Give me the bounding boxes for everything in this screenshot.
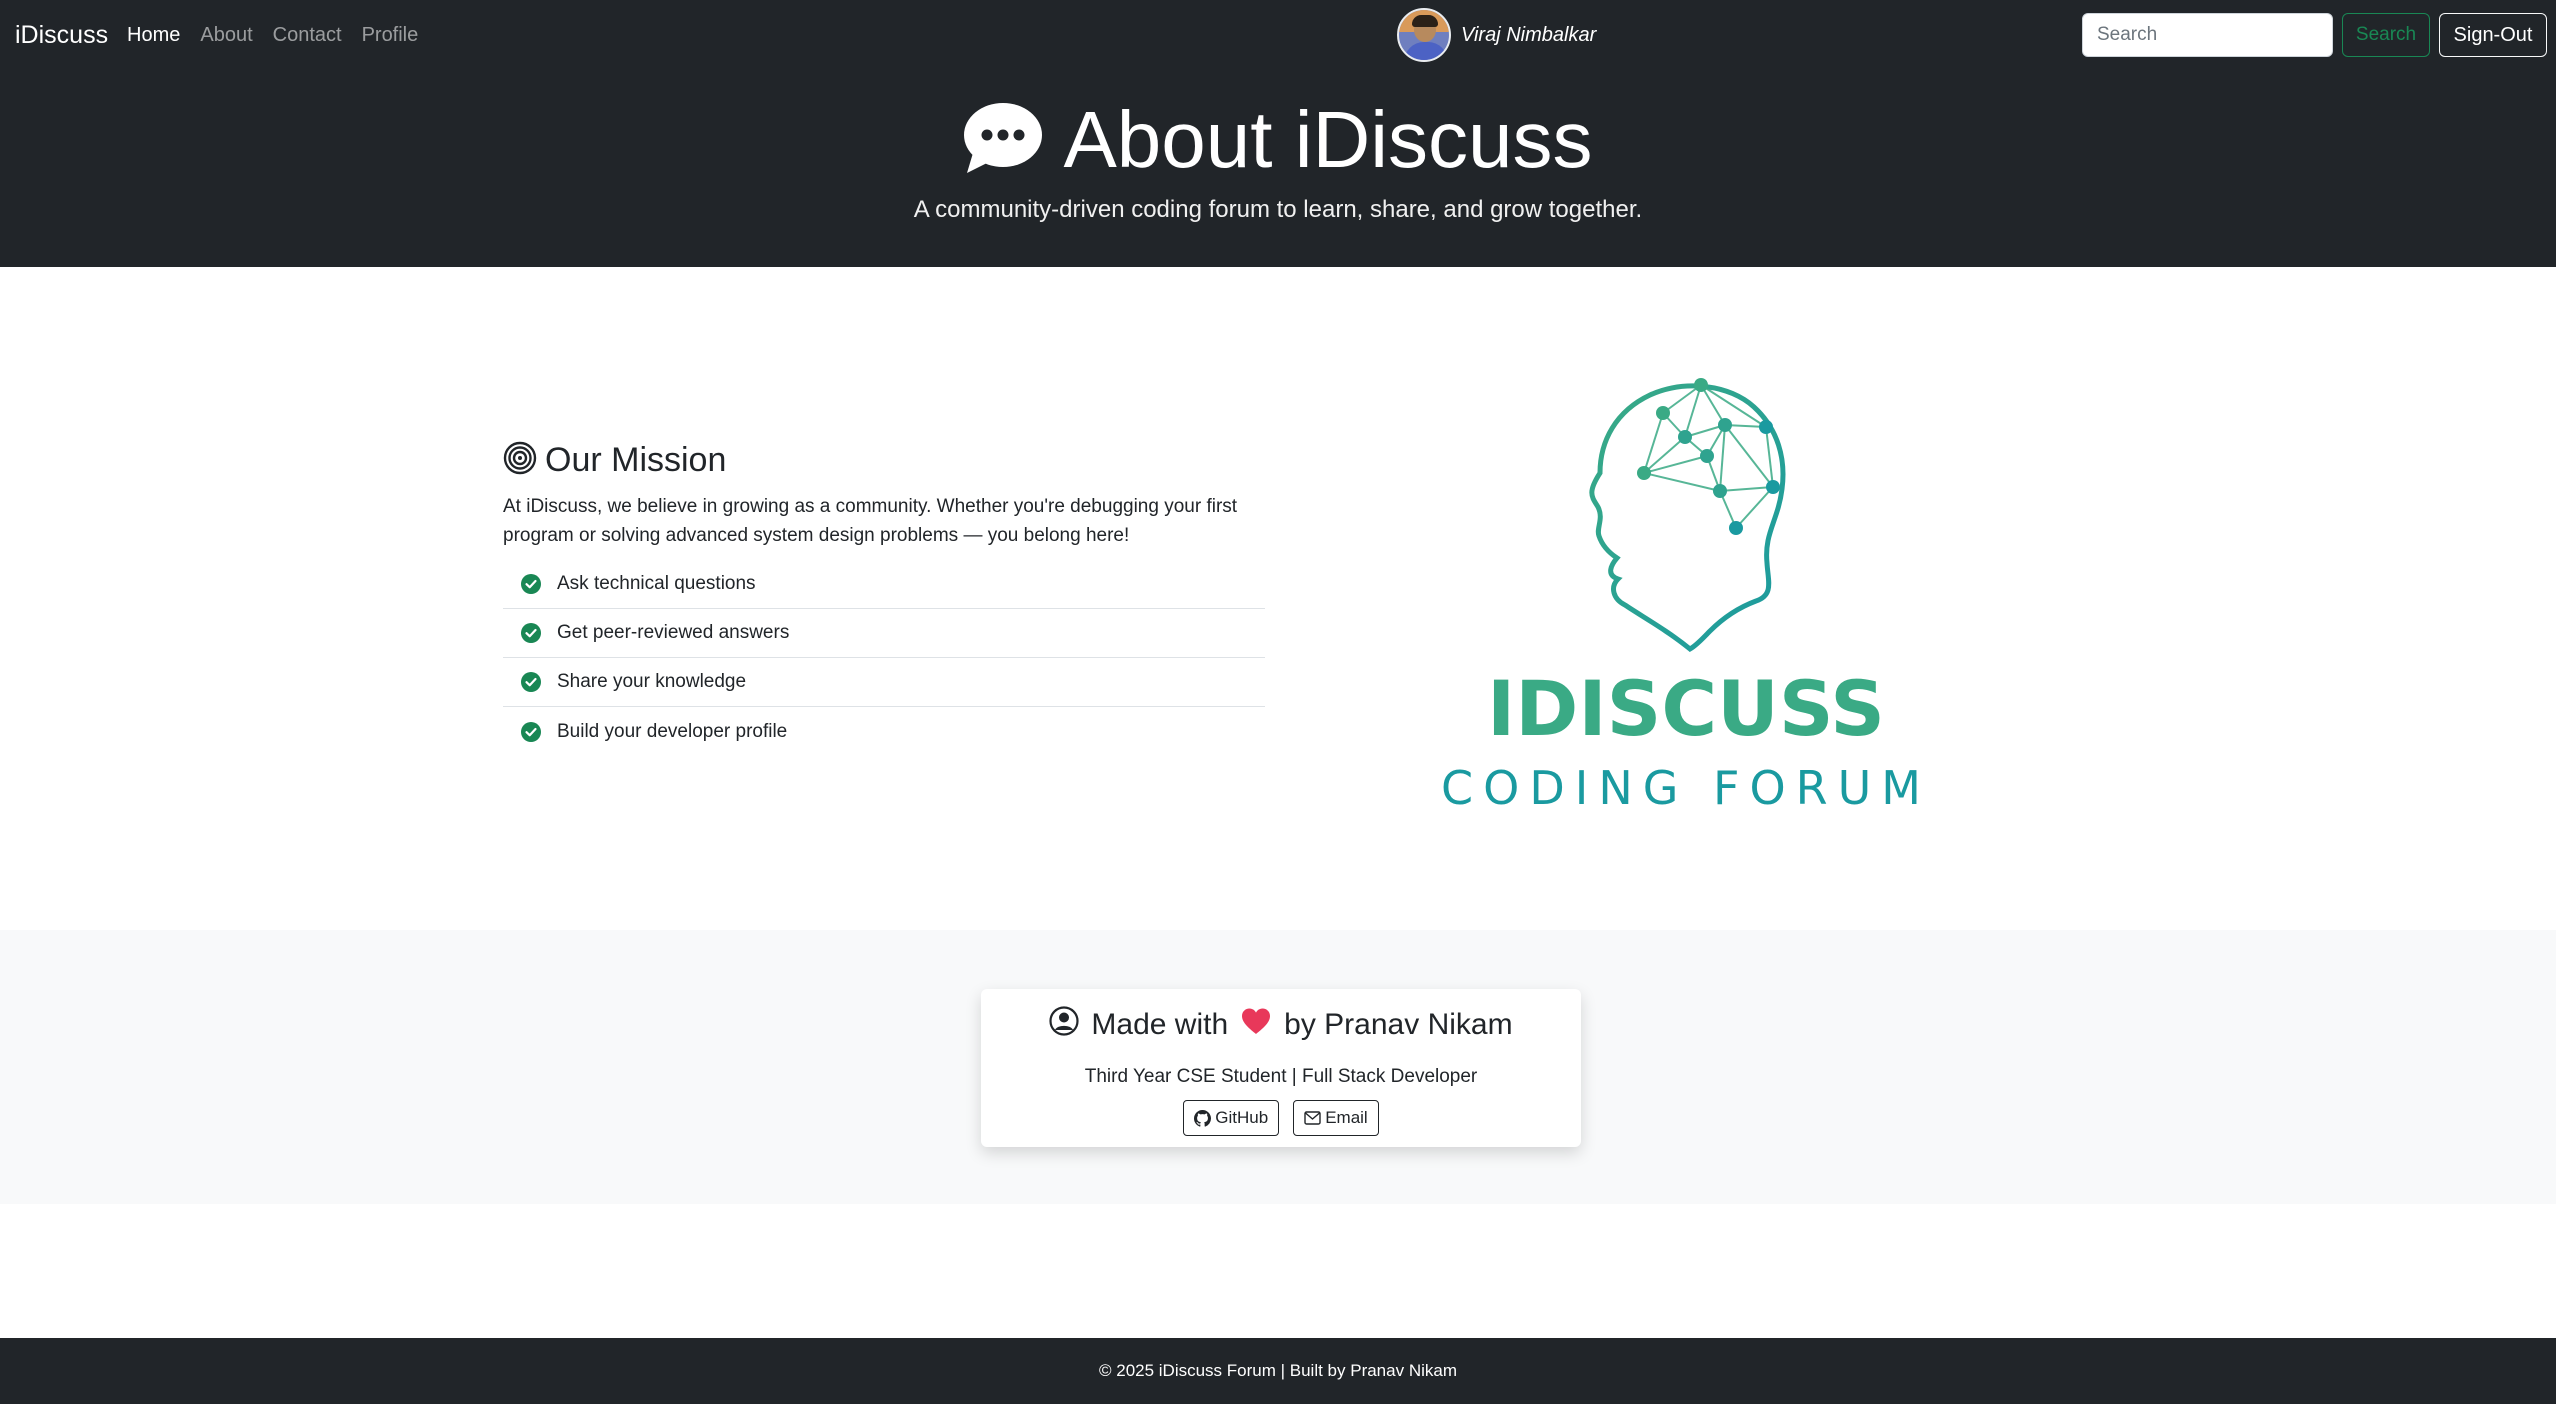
credit-section: Made with by Pranav Nikam Third Year CSE… bbox=[0, 930, 2556, 1204]
list-item: Share your knowledge bbox=[503, 658, 1265, 707]
hero: About iDiscuss A community-driven coding… bbox=[0, 70, 2556, 267]
mission-heading: Our Mission bbox=[503, 436, 1265, 484]
nav-link-profile[interactable]: Profile bbox=[362, 24, 419, 47]
envelope-icon bbox=[1304, 1111, 1321, 1125]
hero-subtitle: A community-driven coding forum to learn… bbox=[913, 196, 1643, 223]
footer: © 2025 iDiscuss Forum | Built by Pranav … bbox=[0, 1338, 2556, 1404]
list-item-label: Ask technical questions bbox=[557, 573, 756, 594]
made-with-text: Made with bbox=[1091, 1008, 1229, 1041]
email-label: Email bbox=[1325, 1108, 1368, 1127]
check-circle-icon bbox=[521, 574, 541, 594]
list-item-label: Share your knowledge bbox=[557, 671, 747, 692]
check-circle-icon bbox=[521, 721, 541, 742]
github-icon bbox=[1194, 1109, 1212, 1127]
target-icon bbox=[503, 441, 537, 480]
idiscuss-logo: IDISCUSS CODING FORUM bbox=[1428, 355, 1948, 815]
email-button[interactable]: Email bbox=[1293, 1100, 1379, 1136]
logo-word-idiscuss: IDISCUSS bbox=[1487, 664, 1885, 753]
user-box: Viraj Nimbalkar bbox=[1397, 8, 1596, 62]
check-circle-icon bbox=[521, 623, 541, 643]
mission-text: At iDiscuss, we believe in growing as a … bbox=[503, 496, 1238, 546]
list-item-label: Get peer-reviewed answers bbox=[557, 622, 790, 643]
github-label: GitHub bbox=[1215, 1108, 1269, 1127]
nav-link-home[interactable]: Home bbox=[127, 24, 180, 47]
signout-button[interactable]: Sign-Out bbox=[2439, 13, 2547, 57]
nav-link-about[interactable]: About bbox=[200, 24, 252, 47]
credit-card: Made with by Pranav Nikam Third Year CSE… bbox=[981, 989, 1581, 1147]
mission-section: Our Mission At iDiscuss, we believe in g… bbox=[503, 436, 1265, 756]
heart-icon bbox=[1240, 1007, 1272, 1043]
search-button[interactable]: Search bbox=[2342, 13, 2430, 57]
nav-links: Home About Contact Profile bbox=[127, 0, 438, 70]
logo-word-coding-forum: CODING FORUM bbox=[1441, 761, 1931, 815]
list-item: Build your developer profile bbox=[503, 707, 1265, 756]
search-input[interactable] bbox=[2082, 13, 2333, 57]
chat-bubble-icon bbox=[963, 101, 1043, 180]
user-name: Viraj Nimbalkar bbox=[1461, 23, 1597, 46]
list-item-label: Build your developer profile bbox=[557, 720, 788, 742]
github-button[interactable]: GitHub bbox=[1183, 1100, 1280, 1136]
author-text: by Pranav Nikam bbox=[1284, 1008, 1513, 1041]
credit-buttons: GitHub Email bbox=[981, 1100, 1581, 1136]
mission-title: Our Mission bbox=[545, 440, 727, 479]
mission-list: Ask technical questions Get peer-reviewe… bbox=[503, 560, 1265, 756]
list-item: Ask technical questions bbox=[503, 560, 1265, 609]
page-title: About iDiscuss bbox=[1063, 95, 1593, 184]
navbar: iDiscuss Home About Contact Profile Vira… bbox=[0, 0, 2556, 70]
list-item: Get peer-reviewed answers bbox=[503, 609, 1265, 658]
avatar[interactable] bbox=[1397, 8, 1451, 62]
credit-subtitle: Third Year CSE Student | Full Stack Deve… bbox=[1084, 1066, 1478, 1087]
hero-title: About iDiscuss bbox=[0, 92, 2556, 188]
footer-text: © 2025 iDiscuss Forum | Built by Pranav … bbox=[1098, 1361, 1457, 1380]
nav-link-contact[interactable]: Contact bbox=[273, 24, 342, 47]
navbar-brand[interactable]: iDiscuss bbox=[15, 0, 108, 70]
check-circle-icon bbox=[521, 672, 541, 692]
credit-title: Made with by Pranav Nikam bbox=[981, 1003, 1581, 1047]
person-circle-icon bbox=[1049, 1006, 1080, 1044]
